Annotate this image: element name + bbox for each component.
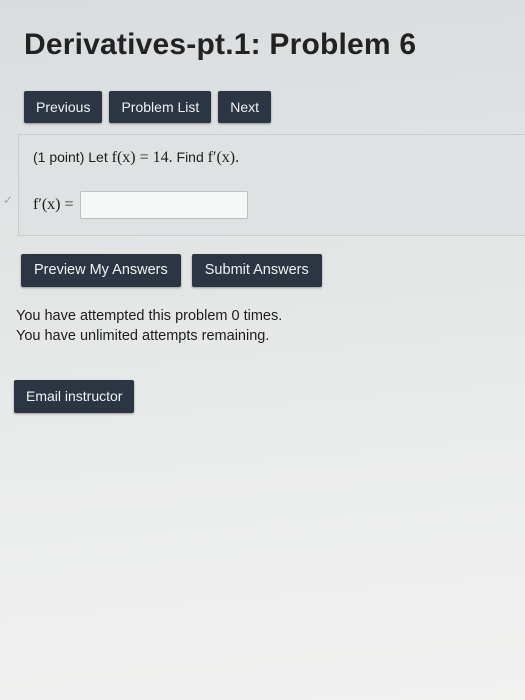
preview-answers-button[interactable]: Preview My Answers <box>21 254 181 287</box>
problem-box: (1 point) Let f(x) = 14. Find f′(x). ✓ f… <box>3 134 525 236</box>
problem-navigation: Previous Problem List Next <box>24 91 272 123</box>
previous-button[interactable]: Previous <box>24 91 103 123</box>
function-definition: f(x) = 14. <box>111 149 173 166</box>
answer-actions: Preview My Answers Submit Answers <box>21 254 322 287</box>
find-target: f′(x). <box>207 149 240 166</box>
attempts-remaining-text: You have unlimited attempts remaining. <box>16 328 270 344</box>
next-button[interactable]: Next <box>218 91 272 123</box>
submit-answers-button[interactable]: Submit Answers <box>191 254 322 287</box>
problem-statement: (1 point) Let f(x) = 14. Find f′(x). <box>33 149 239 167</box>
attempts-count-text: You have attempted this problem 0 times. <box>16 308 283 324</box>
email-instructor-button[interactable]: Email instructor <box>14 380 135 413</box>
answer-row: f′(x) = <box>33 191 248 219</box>
answer-label: f′(x) = <box>33 196 74 213</box>
problem-points: (1 point) <box>33 149 85 165</box>
problem-let-text: Let <box>88 149 108 165</box>
checkmark-icon: ✓ <box>3 193 14 207</box>
problem-list-button[interactable]: Problem List <box>109 91 212 123</box>
page-title: Derivatives-pt.1: Problem 6 <box>24 28 417 61</box>
problem-find-text: Find <box>176 149 204 165</box>
attempt-status: You have attempted this problem 0 times.… <box>16 306 282 346</box>
answer-input[interactable] <box>79 191 248 219</box>
